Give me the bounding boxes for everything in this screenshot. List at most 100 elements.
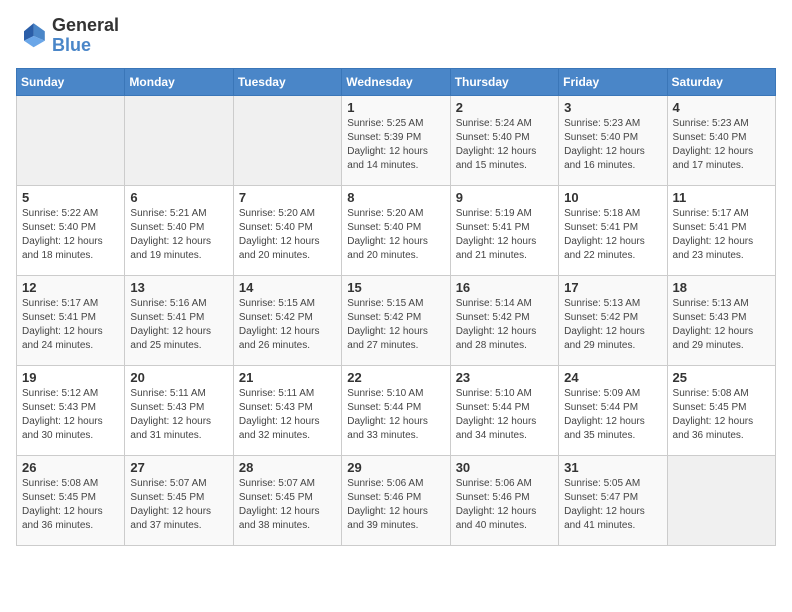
day-info: Sunrise: 5:18 AM Sunset: 5:41 PM Dayligh… xyxy=(564,207,661,263)
calendar-week-row: 12Sunrise: 5:17 AM Sunset: 5:41 PM Dayli… xyxy=(17,275,776,365)
calendar-cell: 26 Sunrise: 5:08 AM Sunset: 5:45 PM Dayli… xyxy=(17,455,125,545)
day-info: Sunrise: 5:08 AM Sunset: 5:45 PM Dayligh… xyxy=(673,387,770,443)
calendar-cell: 22 Sunrise: 5:10 AM Sunset: 5:44 PM Dayli… xyxy=(342,365,450,455)
day-number: 11 xyxy=(673,190,770,205)
day-number: 5 xyxy=(22,190,119,205)
calendar-cell: 19 Sunrise: 5:12 AM Sunset: 5:43 PM Dayli… xyxy=(17,365,125,455)
weekday-header: Friday xyxy=(559,68,667,95)
day-info: Sunrise: 5:19 AM Sunset: 5:41 PM Dayligh… xyxy=(456,207,553,263)
calendar-cell: 9 Sunrise: 5:19 AM Sunset: 5:41 PM Daylig… xyxy=(450,185,558,275)
day-info: Sunrise: 5:10 AM Sunset: 5:44 PM Dayligh… xyxy=(456,387,553,443)
day-info: Sunrise: 5:20 AM Sunset: 5:40 PM Dayligh… xyxy=(347,207,444,263)
calendar-cell: 28Sunrise: 5:07 AM Sunset: 5:45 PM Dayli… xyxy=(233,455,341,545)
calendar-cell: 18Sunrise: 5:13 AM Sunset: 5:43 PM Dayli… xyxy=(667,275,775,365)
day-info: Sunrise: 5:05 AM Sunset: 5:47 PM Dayligh… xyxy=(564,477,661,533)
calendar-cell: 3 Sunrise: 5:23 AM Sunset: 5:40 PM Daylig… xyxy=(559,95,667,185)
day-info: Sunrise: 5:24 AM Sunset: 5:40 PM Dayligh… xyxy=(456,117,553,173)
day-info: Sunrise: 5:22 AM Sunset: 5:40 PM Dayligh… xyxy=(22,207,119,263)
day-number: 25 xyxy=(673,370,770,385)
weekday-header-row: SundayMondayTuesdayWednesdayThursdayFrid… xyxy=(17,68,776,95)
calendar-cell: 23 Sunrise: 5:10 AM Sunset: 5:44 PM Dayli… xyxy=(450,365,558,455)
day-number: 30 xyxy=(456,460,553,475)
day-info: Sunrise: 5:09 AM Sunset: 5:44 PM Dayligh… xyxy=(564,387,661,443)
weekday-header: Thursday xyxy=(450,68,558,95)
day-number: 26 xyxy=(22,460,119,475)
page-header: General Blue xyxy=(16,16,776,56)
day-info: Sunrise: 5:17 AM Sunset: 5:41 PM Dayligh… xyxy=(22,297,119,353)
day-number: 14 xyxy=(239,280,336,295)
calendar-table: SundayMondayTuesdayWednesdayThursdayFrid… xyxy=(16,68,776,546)
logo-text: General Blue xyxy=(52,16,119,56)
day-number: 15 xyxy=(347,280,444,295)
day-info: Sunrise: 5:11 AM Sunset: 5:43 PM Dayligh… xyxy=(130,387,227,443)
day-number: 2 xyxy=(456,100,553,115)
day-info: Sunrise: 5:17 AM Sunset: 5:41 PM Dayligh… xyxy=(673,207,770,263)
day-number: 1 xyxy=(347,100,444,115)
calendar-cell: 14 Sunrise: 5:15 AM Sunset: 5:42 PM Dayli… xyxy=(233,275,341,365)
day-info: Sunrise: 5:06 AM Sunset: 5:46 PM Dayligh… xyxy=(347,477,444,533)
day-number: 31 xyxy=(564,460,661,475)
calendar-cell: 6Sunrise: 5:21 AM Sunset: 5:40 PM Daylig… xyxy=(125,185,233,275)
calendar-week-row: 1 Sunrise: 5:25 AM Sunset: 5:39 PM Daylig… xyxy=(17,95,776,185)
calendar-cell: 31 Sunrise: 5:05 AM Sunset: 5:47 PM Dayli… xyxy=(559,455,667,545)
calendar-cell: 13Sunrise: 5:16 AM Sunset: 5:41 PM Dayli… xyxy=(125,275,233,365)
day-number: 29 xyxy=(347,460,444,475)
calendar-cell: 7Sunrise: 5:20 AM Sunset: 5:40 PM Daylig… xyxy=(233,185,341,275)
day-info: Sunrise: 5:25 AM Sunset: 5:39 PM Dayligh… xyxy=(347,117,444,173)
day-number: 3 xyxy=(564,100,661,115)
day-info: Sunrise: 5:08 AM Sunset: 5:45 PM Dayligh… xyxy=(22,477,119,533)
calendar-cell: 12Sunrise: 5:17 AM Sunset: 5:41 PM Dayli… xyxy=(17,275,125,365)
calendar-cell: 15Sunrise: 5:15 AM Sunset: 5:42 PM Dayli… xyxy=(342,275,450,365)
day-number: 24 xyxy=(564,370,661,385)
day-info: Sunrise: 5:12 AM Sunset: 5:43 PM Dayligh… xyxy=(22,387,119,443)
calendar-cell: 16 Sunrise: 5:14 AM Sunset: 5:42 PM Dayli… xyxy=(450,275,558,365)
day-number: 23 xyxy=(456,370,553,385)
day-info: Sunrise: 5:23 AM Sunset: 5:40 PM Dayligh… xyxy=(673,117,770,173)
weekday-header: Monday xyxy=(125,68,233,95)
day-info: Sunrise: 5:16 AM Sunset: 5:41 PM Dayligh… xyxy=(130,297,227,353)
day-info: Sunrise: 5:13 AM Sunset: 5:42 PM Dayligh… xyxy=(564,297,661,353)
weekday-header: Saturday xyxy=(667,68,775,95)
day-info: Sunrise: 5:15 AM Sunset: 5:42 PM Dayligh… xyxy=(239,297,336,353)
weekday-header: Sunday xyxy=(17,68,125,95)
day-number: 19 xyxy=(22,370,119,385)
day-number: 20 xyxy=(130,370,227,385)
calendar-cell xyxy=(17,95,125,185)
calendar-week-row: 19 Sunrise: 5:12 AM Sunset: 5:43 PM Dayli… xyxy=(17,365,776,455)
day-number: 16 xyxy=(456,280,553,295)
calendar-cell: 30 Sunrise: 5:06 AM Sunset: 5:46 PM Dayli… xyxy=(450,455,558,545)
calendar-cell: 8 Sunrise: 5:20 AM Sunset: 5:40 PM Daylig… xyxy=(342,185,450,275)
day-info: Sunrise: 5:07 AM Sunset: 5:45 PM Dayligh… xyxy=(130,477,227,533)
day-info: Sunrise: 5:07 AM Sunset: 5:45 PM Dayligh… xyxy=(239,477,336,533)
calendar-cell: 20 Sunrise: 5:11 AM Sunset: 5:43 PM Dayli… xyxy=(125,365,233,455)
day-info: Sunrise: 5:11 AM Sunset: 5:43 PM Dayligh… xyxy=(239,387,336,443)
day-number: 6 xyxy=(130,190,227,205)
calendar-week-row: 5 Sunrise: 5:22 AM Sunset: 5:40 PM Daylig… xyxy=(17,185,776,275)
calendar-cell: 4Sunrise: 5:23 AM Sunset: 5:40 PM Daylig… xyxy=(667,95,775,185)
day-number: 9 xyxy=(456,190,553,205)
calendar-cell: 5 Sunrise: 5:22 AM Sunset: 5:40 PM Daylig… xyxy=(17,185,125,275)
day-number: 10 xyxy=(564,190,661,205)
calendar-cell: 29 Sunrise: 5:06 AM Sunset: 5:46 PM Dayli… xyxy=(342,455,450,545)
day-info: Sunrise: 5:23 AM Sunset: 5:40 PM Dayligh… xyxy=(564,117,661,173)
day-number: 8 xyxy=(347,190,444,205)
calendar-cell xyxy=(125,95,233,185)
day-info: Sunrise: 5:14 AM Sunset: 5:42 PM Dayligh… xyxy=(456,297,553,353)
day-info: Sunrise: 5:20 AM Sunset: 5:40 PM Dayligh… xyxy=(239,207,336,263)
calendar-cell: 11 Sunrise: 5:17 AM Sunset: 5:41 PM Dayli… xyxy=(667,185,775,275)
day-info: Sunrise: 5:06 AM Sunset: 5:46 PM Dayligh… xyxy=(456,477,553,533)
day-number: 22 xyxy=(347,370,444,385)
logo-icon xyxy=(16,20,48,52)
weekday-header: Wednesday xyxy=(342,68,450,95)
day-info: Sunrise: 5:10 AM Sunset: 5:44 PM Dayligh… xyxy=(347,387,444,443)
calendar-cell: 10 Sunrise: 5:18 AM Sunset: 5:41 PM Dayli… xyxy=(559,185,667,275)
day-info: Sunrise: 5:13 AM Sunset: 5:43 PM Dayligh… xyxy=(673,297,770,353)
calendar-cell: 2 Sunrise: 5:24 AM Sunset: 5:40 PM Daylig… xyxy=(450,95,558,185)
weekday-header: Tuesday xyxy=(233,68,341,95)
calendar-cell: 17 Sunrise: 5:13 AM Sunset: 5:42 PM Dayli… xyxy=(559,275,667,365)
logo: General Blue xyxy=(16,16,119,56)
calendar-week-row: 26 Sunrise: 5:08 AM Sunset: 5:45 PM Dayli… xyxy=(17,455,776,545)
calendar-cell: 24 Sunrise: 5:09 AM Sunset: 5:44 PM Dayli… xyxy=(559,365,667,455)
calendar-cell: 27Sunrise: 5:07 AM Sunset: 5:45 PM Dayli… xyxy=(125,455,233,545)
day-number: 17 xyxy=(564,280,661,295)
